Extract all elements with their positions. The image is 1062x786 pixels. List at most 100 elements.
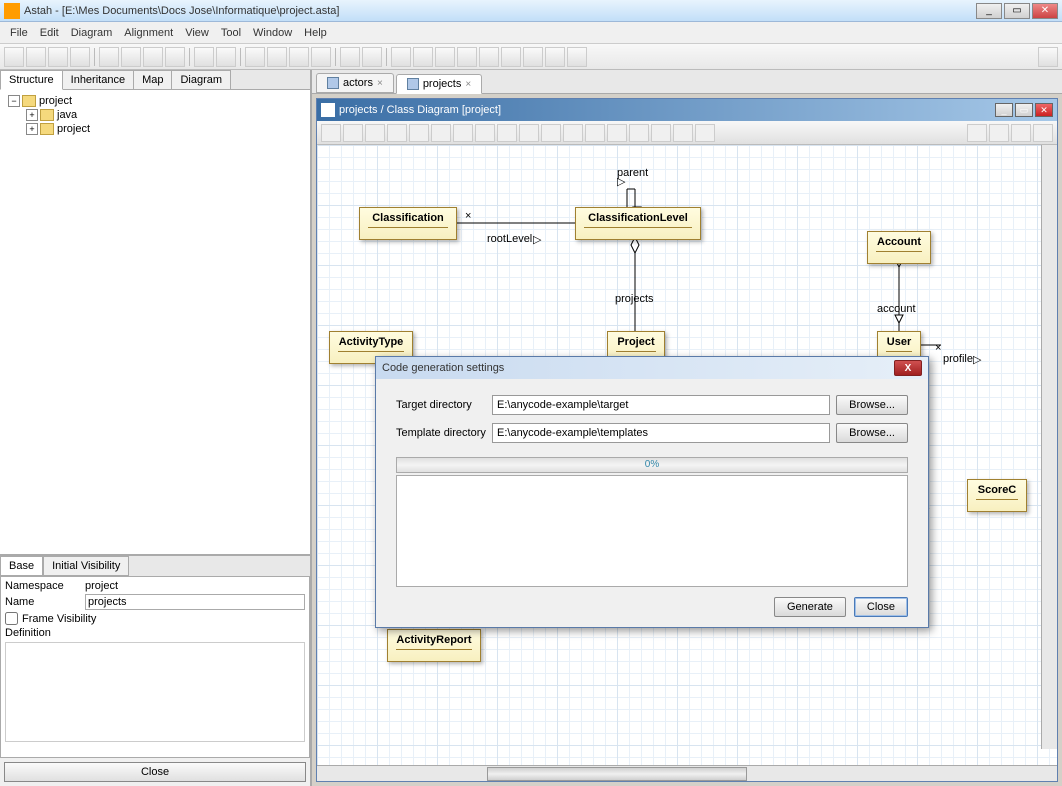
- horizontal-scrollbar[interactable]: [317, 765, 1057, 781]
- prop-tab-initial-visibility[interactable]: Initial Visibility: [43, 556, 129, 576]
- class-classification[interactable]: Classification: [359, 207, 457, 240]
- maximize-button[interactable]: ▭: [1004, 3, 1030, 19]
- window-close-button[interactable]: ✕: [1032, 3, 1058, 19]
- class-scorec[interactable]: ScoreC: [967, 479, 1027, 512]
- toolbar-redo-icon[interactable]: [216, 47, 236, 67]
- structure-tree[interactable]: − project + java + project: [0, 90, 310, 554]
- prop-name-input[interactable]: [85, 594, 305, 610]
- tab-structure[interactable]: Structure: [0, 70, 63, 90]
- toolbar-help-icon[interactable]: [1038, 47, 1058, 67]
- toolbar-line-icon[interactable]: [501, 47, 521, 67]
- grid-tool-icon[interactable]: [453, 124, 473, 142]
- tab-map[interactable]: Map: [133, 70, 172, 89]
- dialog-close-action-button[interactable]: Close: [854, 597, 908, 617]
- tree-root[interactable]: − project: [4, 94, 306, 108]
- toolbar-undo-icon[interactable]: [194, 47, 214, 67]
- diagram-close-button[interactable]: ✕: [1035, 103, 1053, 117]
- prop-tab-base[interactable]: Base: [0, 556, 43, 576]
- toolbar-navright-icon[interactable]: [362, 47, 382, 67]
- menu-edit[interactable]: Edit: [34, 25, 65, 41]
- menu-window[interactable]: Window: [247, 25, 298, 41]
- rect2-tool-icon[interactable]: [989, 124, 1009, 142]
- frame-visibility-checkbox[interactable]: [5, 612, 18, 625]
- toolbar-zoom-icon[interactable]: [245, 47, 265, 67]
- toolbar-layout3-icon[interactable]: [435, 47, 455, 67]
- note-tool-icon[interactable]: [409, 124, 429, 142]
- browse-template-button[interactable]: Browse...: [836, 423, 908, 443]
- toolbar-navleft-icon[interactable]: [340, 47, 360, 67]
- toolbar-cut-icon[interactable]: [143, 47, 163, 67]
- toolbar-fit-icon[interactable]: [311, 47, 331, 67]
- toolbar-arrow-icon[interactable]: [523, 47, 543, 67]
- app-icon: [4, 3, 20, 19]
- menu-help[interactable]: Help: [298, 25, 333, 41]
- package-tool-icon[interactable]: [365, 124, 385, 142]
- toolbar-more-icon[interactable]: [567, 47, 587, 67]
- dep-tool-icon[interactable]: [475, 124, 495, 142]
- menu-alignment[interactable]: Alignment: [118, 25, 179, 41]
- left-close-button[interactable]: Close: [4, 762, 306, 782]
- class-tool-icon[interactable]: [343, 124, 363, 142]
- toolbar-paste-icon[interactable]: [121, 47, 141, 67]
- real-tool-icon[interactable]: [519, 124, 539, 142]
- browse-target-button[interactable]: Browse...: [836, 395, 908, 415]
- assoc-tool-icon[interactable]: [431, 124, 451, 142]
- toolbar-copy-icon[interactable]: [99, 47, 119, 67]
- line3-tool-icon[interactable]: [629, 124, 649, 142]
- scrollbar-thumb[interactable]: [487, 767, 747, 781]
- class-activity-report[interactable]: ActivityReport: [387, 629, 481, 662]
- generate-button[interactable]: Generate: [774, 597, 846, 617]
- toolbar-save-icon[interactable]: [48, 47, 68, 67]
- toolbar-layout2-icon[interactable]: [413, 47, 433, 67]
- rect-tool-icon[interactable]: [673, 124, 693, 142]
- diagram-maximize-button[interactable]: ▭: [1015, 103, 1033, 117]
- vertical-scrollbar[interactable]: [1041, 145, 1057, 749]
- line1-tool-icon[interactable]: [585, 124, 605, 142]
- close-icon[interactable]: ×: [377, 78, 383, 89]
- tab-diagram[interactable]: Diagram: [171, 70, 231, 89]
- class-classification-level[interactable]: ClassificationLevel: [575, 207, 701, 240]
- minimize-button[interactable]: _: [976, 3, 1002, 19]
- tree-toggle-icon[interactable]: −: [8, 95, 20, 107]
- menu-file[interactable]: File: [4, 25, 34, 41]
- interface-tool-icon[interactable]: [387, 124, 407, 142]
- toolbar-layout1-icon[interactable]: [391, 47, 411, 67]
- toolbar-new-icon[interactable]: [4, 47, 24, 67]
- image-tool-icon[interactable]: [1033, 124, 1053, 142]
- tab-inheritance[interactable]: Inheritance: [62, 70, 134, 89]
- doc-tab-projects[interactable]: projects ×: [396, 74, 482, 94]
- class-account[interactable]: Account: [867, 231, 931, 264]
- target-directory-input[interactable]: [492, 395, 830, 415]
- diagram-minimize-button[interactable]: _: [995, 103, 1013, 117]
- template-directory-input[interactable]: [492, 423, 830, 443]
- toolbar-zoomin-icon[interactable]: [267, 47, 287, 67]
- line2-tool-icon[interactable]: [607, 124, 627, 142]
- menu-diagram[interactable]: Diagram: [65, 25, 119, 41]
- toolbar-print-icon[interactable]: [70, 47, 90, 67]
- toolbar-zoomout-icon[interactable]: [289, 47, 309, 67]
- menu-tool[interactable]: Tool: [215, 25, 247, 41]
- dialog-close-button[interactable]: X: [894, 360, 922, 376]
- line4-tool-icon[interactable]: [1011, 124, 1031, 142]
- close-icon[interactable]: ×: [465, 79, 471, 90]
- log-output: [396, 475, 908, 587]
- select-tool-icon[interactable]: [321, 124, 341, 142]
- tree-toggle-icon[interactable]: +: [26, 123, 38, 135]
- agg-tool-icon[interactable]: [563, 124, 583, 142]
- toolbar-open-icon[interactable]: [26, 47, 46, 67]
- tree-toggle-icon[interactable]: +: [26, 109, 38, 121]
- comp-tool-icon[interactable]: [541, 124, 561, 142]
- zoom-tool-icon[interactable]: [695, 124, 715, 142]
- toolbar-clip-icon[interactable]: [165, 47, 185, 67]
- tree-node-project[interactable]: + project: [4, 122, 306, 136]
- toolbar-shape-icon[interactable]: [545, 47, 565, 67]
- toolbar-layout4-icon[interactable]: [457, 47, 477, 67]
- doc-tab-actors[interactable]: actors ×: [316, 73, 394, 93]
- text2-tool-icon[interactable]: [967, 124, 987, 142]
- toolbar-color-icon[interactable]: [479, 47, 499, 67]
- menu-view[interactable]: View: [179, 25, 215, 41]
- tree-node-java[interactable]: + java: [4, 108, 306, 122]
- definition-textarea[interactable]: [5, 642, 305, 742]
- text-tool-icon[interactable]: [651, 124, 671, 142]
- gen-tool-icon[interactable]: [497, 124, 517, 142]
